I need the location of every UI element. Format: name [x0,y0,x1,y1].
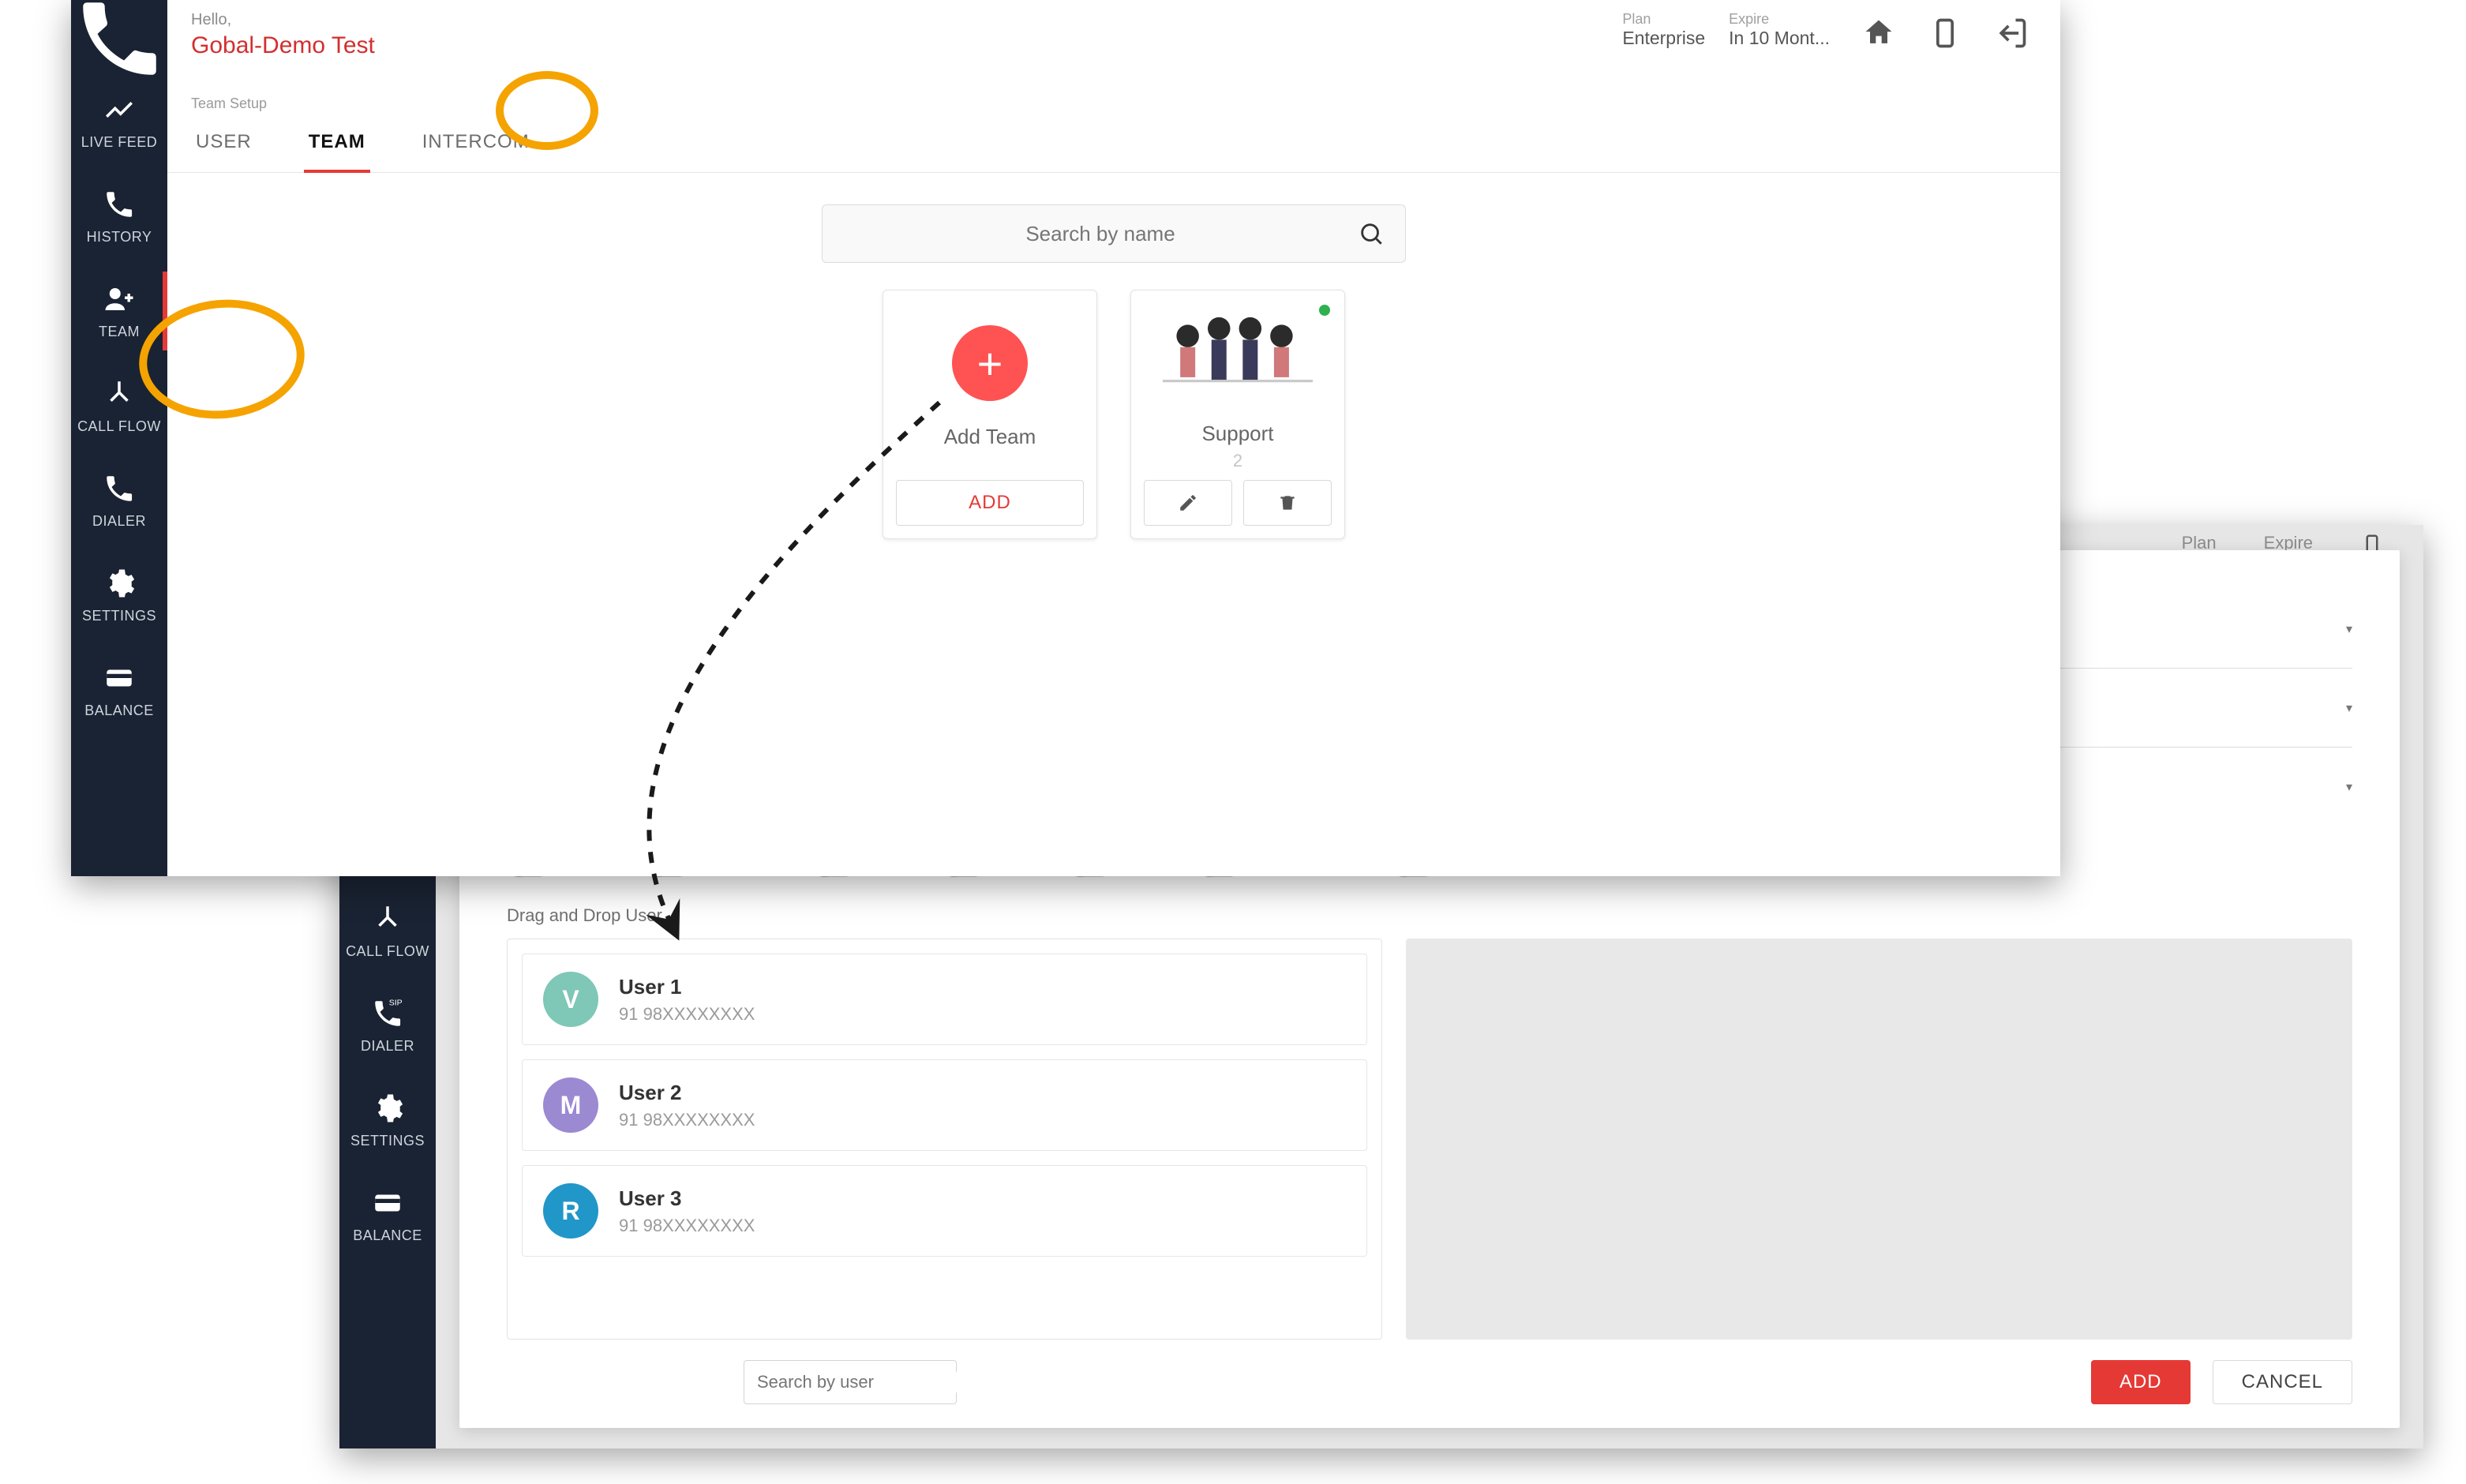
sidebar-label: DIALER [92,513,146,530]
sidebar-label: SETTINGS [350,1133,425,1149]
user-row[interactable]: V User 1 91 98XXXXXXXX [522,954,1367,1045]
card-icon [103,661,136,695]
chevron-down-icon: ▾ [2346,621,2352,637]
user-row[interactable]: R User 3 91 98XXXXXXXX [522,1165,1367,1257]
sidebar-item-call-flow[interactable]: CALL FLOW [71,358,167,453]
sidebar-item-settings[interactable]: SETTINGS [339,1073,436,1167]
team-search[interactable] [822,204,1406,263]
user-search[interactable] [744,1360,957,1404]
chevron-down-icon: ▾ [2346,779,2352,795]
plan-value: Enterprise [1622,28,1705,49]
chevron-down-icon: ▾ [2346,700,2352,716]
sidebar-label: BALANCE [353,1227,422,1244]
sidebar-item-balance[interactable]: BALANCE [339,1167,436,1262]
team-card[interactable]: Support 2 [1130,290,1345,539]
window-team-setup: LIVE FEED HISTORY TEAM CALL FLOW DIALER … [71,0,2060,876]
trash-icon [1277,493,1298,513]
sidebar-win1: LIVE FEED HISTORY TEAM CALL FLOW DIALER … [71,0,167,876]
greeting: Hello, [191,11,375,29]
mobile-icon[interactable] [1928,16,1962,51]
home-icon[interactable] [1861,16,1896,51]
plan-label: Plan [1622,11,1705,28]
sidebar-label: SETTINGS [82,608,156,624]
sidebar-label: HISTORY [87,229,152,245]
cancel-button[interactable]: CANCEL [2213,1360,2352,1404]
sidebar-label: TEAM [99,324,140,340]
avatar: R [543,1183,598,1239]
user-name: User 3 [619,1186,755,1211]
sidebar-label: BALANCE [84,703,154,719]
status-dot-icon [1319,305,1330,316]
user-name: User 2 [619,1081,755,1105]
people-plus-icon [103,283,136,316]
sip-phone-icon: SIP [371,997,404,1030]
card-title: Add Team [944,425,1036,449]
sidebar-item-dialer[interactable]: SIP DIALER [339,978,436,1073]
tab-intercom[interactable]: INTERCOM [418,120,534,172]
pencil-icon [1178,493,1198,513]
delete-button[interactable] [1243,480,1332,526]
add-team-button[interactable]: ADD [896,480,1084,526]
sidebar-label: DIALER [361,1038,414,1055]
card-icon [371,1186,404,1220]
avatar: V [543,972,598,1027]
user-drop-target[interactable] [1406,939,2352,1340]
sidebar-label: CALL FLOW [346,943,429,960]
user-phone: 91 98XXXXXXXX [619,1216,755,1236]
team-search-input[interactable] [843,222,1358,246]
sidebar-item-live-feed[interactable]: LIVE FEED [71,74,167,169]
expire-value: In 10 Mont... [1729,28,1830,49]
chart-line-icon [103,93,136,126]
tab-team[interactable]: TEAM [304,120,370,172]
logout-icon[interactable] [1994,16,2029,51]
team-count: 2 [1233,451,1242,471]
sidebar-item-settings[interactable]: SETTINGS [71,548,167,643]
sidebar-item-team[interactable]: TEAM [71,264,167,358]
gear-icon [371,1092,404,1125]
phone-icon [103,188,136,221]
add-team-card: + Add Team ADD [883,290,1097,539]
drag-drop-label: Drag and Drop User [459,877,2400,939]
user-search-input[interactable] [757,1372,984,1392]
tabs: USER TEAM INTERCOM [167,120,2060,173]
sidebar-label: LIVE FEED [81,134,158,151]
sidebar-label: CALL FLOW [77,418,161,435]
avatar: M [543,1077,598,1133]
edit-button[interactable] [1144,480,1232,526]
section-label: Team Setup [191,96,2060,112]
search-icon [1358,220,1385,247]
user-row[interactable]: M User 2 91 98XXXXXXXX [522,1059,1367,1151]
tab-user[interactable]: USER [191,120,257,172]
sip-phone-icon [103,472,136,505]
org-name: Gobal-Demo Test [191,32,375,59]
sidebar-item-history[interactable]: HISTORY [71,169,167,264]
app-logo-icon [71,11,167,66]
svg-text:SIP: SIP [389,998,403,1007]
branch-icon [103,377,136,410]
expire-label: Expire [1729,11,1830,28]
sidebar-item-call-flow[interactable]: CALL FLOW [339,883,436,978]
team-name: Support [1201,422,1273,446]
user-phone: 91 98XXXXXXXX [619,1004,755,1025]
plus-icon[interactable]: + [952,325,1028,401]
user-source-list: V User 1 91 98XXXXXXXX M User 2 91 98XXX… [507,939,1382,1340]
user-name: User 1 [619,975,755,999]
gear-icon [103,567,136,600]
branch-icon [371,902,404,935]
sidebar-item-balance[interactable]: BALANCE [71,643,167,737]
user-phone: 91 98XXXXXXXX [619,1110,755,1130]
team-illustration-icon [1163,311,1313,398]
sidebar-item-dialer[interactable]: DIALER [71,453,167,548]
add-button[interactable]: ADD [2091,1360,2191,1404]
